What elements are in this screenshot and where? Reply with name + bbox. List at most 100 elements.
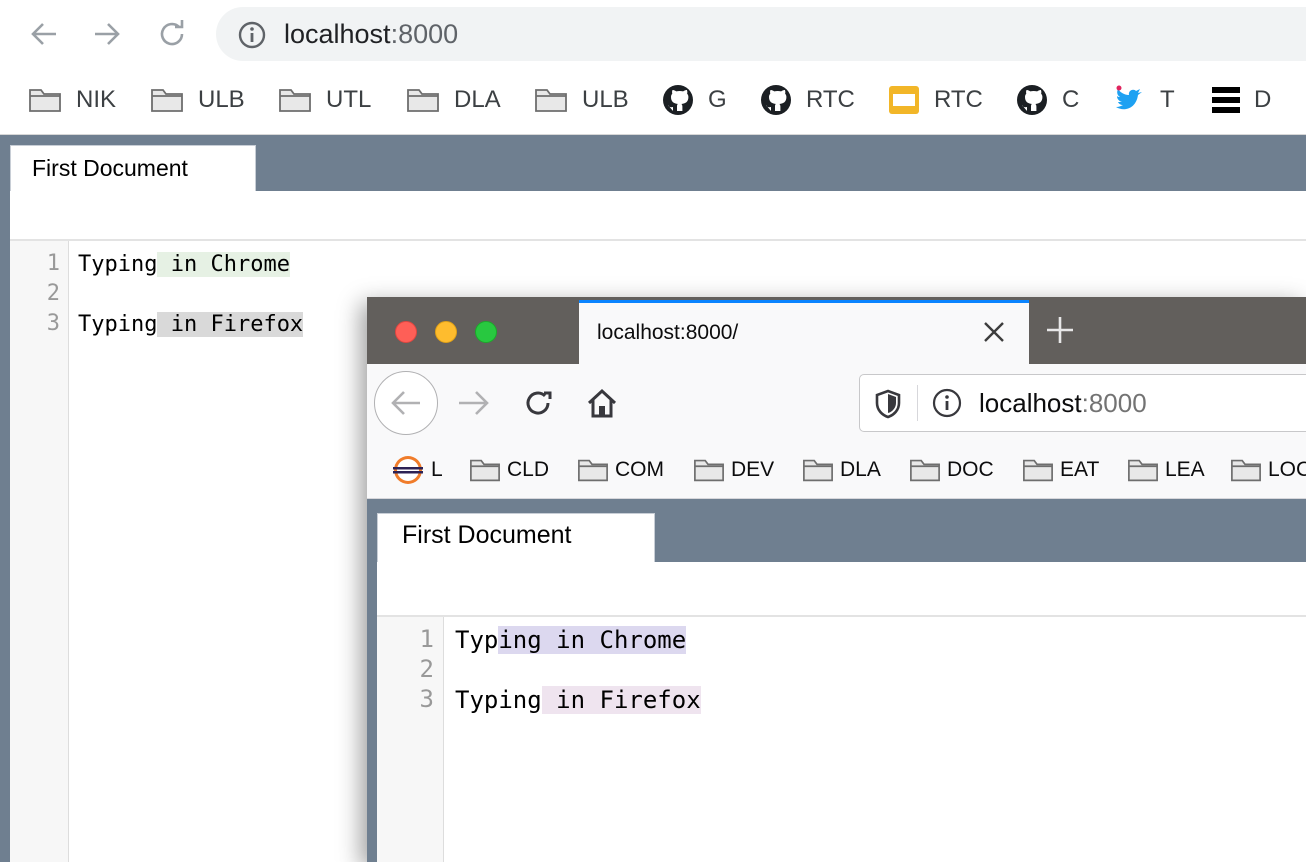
minimize-window-button[interactable] xyxy=(435,321,457,343)
bookmark-label: UTL xyxy=(326,86,372,113)
code-text: Typ xyxy=(455,626,499,654)
bookmark-eat[interactable]: EAT xyxy=(1022,455,1099,485)
reload-button[interactable] xyxy=(519,384,557,422)
bookmark-ulb-2[interactable]: ULB xyxy=(534,82,629,118)
eclipse-icon xyxy=(393,456,423,484)
bookmark-dla[interactable]: DLA xyxy=(802,455,881,485)
urlbar-separator xyxy=(917,385,918,421)
bookmark-label: DLA xyxy=(454,86,501,113)
bookmark-rtc-2[interactable]: RTC xyxy=(888,82,983,118)
bookmark-doc[interactable]: DOC xyxy=(909,455,994,485)
document-tab[interactable]: First Document xyxy=(10,145,256,191)
document-tab[interactable]: First Document xyxy=(377,513,655,562)
line-number: 1 xyxy=(419,625,434,653)
bookmarks-toolbar: L CLD COM DEV DLA DOC EAT LEA LOC xyxy=(367,442,1306,499)
bookmark-dla[interactable]: DLA xyxy=(406,82,501,118)
bookmark-nik[interactable]: NIK xyxy=(28,82,116,118)
address-bar[interactable]: localhost:8000 xyxy=(216,7,1306,61)
remote-selection: ing in Chrome xyxy=(498,626,687,654)
bookmark-c[interactable]: C xyxy=(1016,82,1079,118)
folder-icon xyxy=(803,459,833,482)
bookmark-label: G xyxy=(708,86,727,113)
line-number: 3 xyxy=(419,685,434,713)
url-host: localhost xyxy=(979,388,1082,418)
arrow-right-icon xyxy=(95,23,120,45)
back-button[interactable] xyxy=(24,14,64,54)
remote-selection: in Firefox xyxy=(157,312,304,337)
code-editor[interactable]: 1 2 3 Typing in Chrome Typing in Firefox xyxy=(377,617,1306,862)
bookmark-label: EAT xyxy=(1060,458,1100,481)
url-port: :8000 xyxy=(1081,388,1147,418)
forward-button[interactable] xyxy=(87,14,127,54)
folder-icon xyxy=(279,89,311,112)
bookmark-dev[interactable]: DEV xyxy=(693,455,774,485)
bookmark-label: LEA xyxy=(1165,458,1205,481)
folder-icon xyxy=(151,89,183,112)
home-icon xyxy=(587,388,617,418)
shield-icon[interactable] xyxy=(874,389,902,419)
bookmark-utl[interactable]: UTL xyxy=(278,82,371,118)
bookmark-loc[interactable]: LOC xyxy=(1230,455,1306,485)
folder-icon xyxy=(694,459,724,482)
bookmark-label: C xyxy=(1062,86,1080,113)
zoom-window-button[interactable] xyxy=(475,321,497,343)
firefox-page-content: First Document 1 2 3 Typing in Chrome Ty… xyxy=(367,499,1306,862)
line-gutter: 1 2 3 xyxy=(377,617,444,862)
url-text: localhost:8000 xyxy=(979,388,1147,419)
folder-icon xyxy=(1023,459,1053,482)
code-text: Typing xyxy=(455,686,542,714)
bookmark-l[interactable]: L xyxy=(391,455,443,485)
tab-close-button[interactable] xyxy=(979,317,1009,347)
twitter-icon xyxy=(1116,85,1142,110)
line-number: 3 xyxy=(46,311,60,336)
browser-tab[interactable]: localhost:8000/ xyxy=(579,300,1029,364)
home-button[interactable] xyxy=(583,384,621,422)
line-number: 2 xyxy=(419,655,434,683)
line-number: 2 xyxy=(46,281,60,306)
forward-button[interactable] xyxy=(455,384,493,422)
bookmark-label: DEV xyxy=(731,458,775,481)
bookmark-label: T xyxy=(1160,86,1175,113)
folder-icon xyxy=(470,459,500,482)
back-button[interactable] xyxy=(374,371,438,435)
bookmark-g[interactable]: G xyxy=(662,82,727,118)
bookmark-com[interactable]: COM xyxy=(577,455,664,485)
code-text: Typing xyxy=(78,252,158,277)
bookmark-label: RTC xyxy=(934,86,983,113)
bookmark-t[interactable]: T xyxy=(1114,82,1175,118)
folder-icon xyxy=(535,89,567,112)
new-tab-button[interactable] xyxy=(1043,313,1077,347)
github-icon xyxy=(1017,85,1047,115)
github-icon xyxy=(761,85,791,115)
yellow-window-icon xyxy=(889,86,919,114)
url-port: :8000 xyxy=(390,19,459,49)
bookmark-label: RTC xyxy=(806,86,855,113)
url-host: localhost xyxy=(284,19,391,49)
browser-tab-title: localhost:8000/ xyxy=(597,321,739,344)
bookmark-d[interactable]: D xyxy=(1212,82,1271,118)
info-icon[interactable] xyxy=(238,21,266,49)
address-bar[interactable]: localhost:8000 xyxy=(859,374,1306,432)
close-window-button[interactable] xyxy=(395,321,417,343)
bookmark-ulb[interactable]: ULB xyxy=(150,82,245,118)
bookmark-label: DLA xyxy=(840,458,881,481)
code-line: Typing in Chrome xyxy=(455,624,687,656)
bookmark-label: COM xyxy=(615,458,664,481)
document-panel: 1 2 3 Typing in Chrome Typing in Firefox xyxy=(377,562,1306,862)
arrow-left-icon xyxy=(391,391,420,415)
reload-button[interactable] xyxy=(152,14,192,54)
folder-icon xyxy=(1128,459,1158,482)
folder-icon xyxy=(29,89,61,112)
plus-icon xyxy=(1047,317,1073,343)
bookmark-rtc[interactable]: RTC xyxy=(760,82,855,118)
reload-icon xyxy=(160,20,184,46)
bookmark-label: ULB xyxy=(582,86,629,113)
line-gutter: 1 2 3 xyxy=(10,241,69,862)
bookmark-lea[interactable]: LEA xyxy=(1127,455,1205,485)
firefox-window: localhost:8000/ localhost:8000 L CLD COM… xyxy=(367,297,1306,862)
bookmark-label: NIK xyxy=(76,86,117,113)
firefox-navbar: localhost:8000 xyxy=(367,364,1306,442)
remote-selection: in Firefox xyxy=(541,686,701,714)
bookmark-cld[interactable]: CLD xyxy=(469,455,549,485)
info-icon[interactable] xyxy=(932,388,962,418)
